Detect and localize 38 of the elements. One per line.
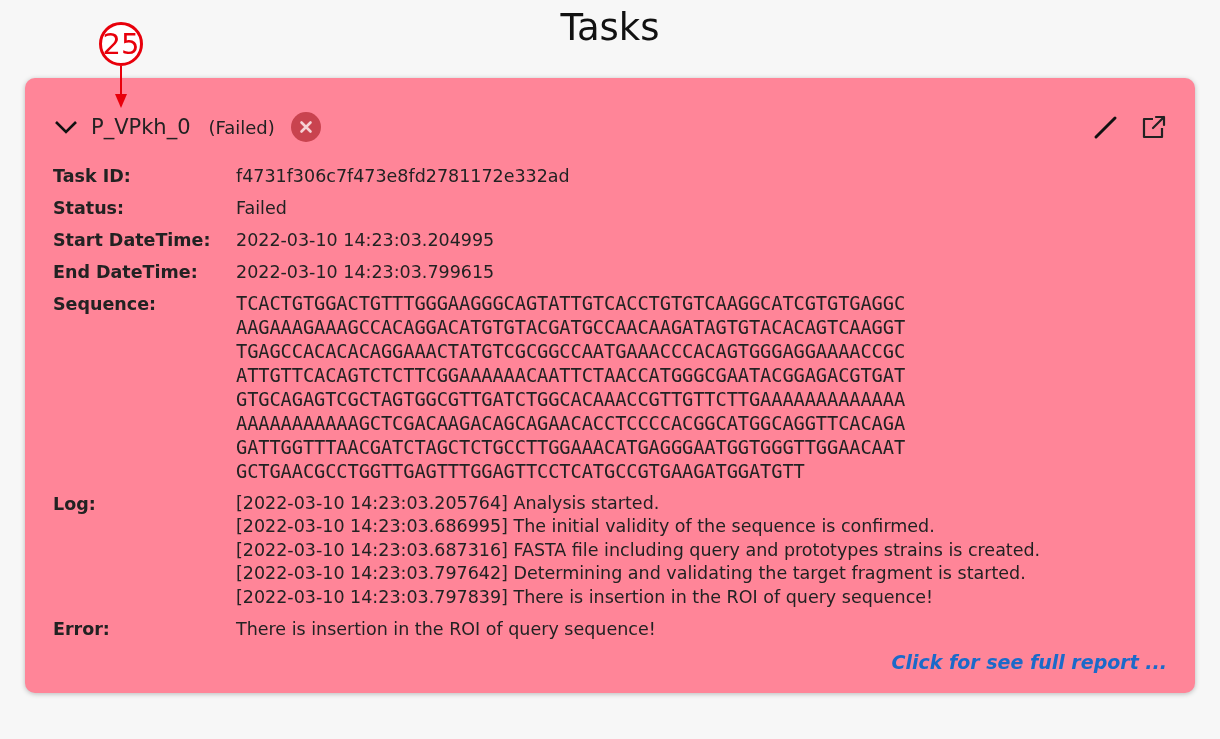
sequence-line: TGAGCCACACACAGGAAACTATGTCGCGGCCAATGAAACCCACAGTGGGAGGAAAACCGC [236,340,907,364]
sequence-line: GATTGGTTTAACGATCTAGCTCTGCCTTGGAAACATGAGGGAATGGTGGGTTGGAACAAT [236,436,907,460]
log-line: [2022-03-10 14:23:03.797839] There is insertion in the ROI of query sequence! [236,585,935,609]
annotation-arrow [114,66,128,108]
field-label: Task ID: [53,165,132,188]
annotation-marker: 25 [99,22,143,66]
task-name: P_VPkh_0 [91,115,191,139]
log-line: [2022-03-10 14:23:03.797642] Determining and validating the target fragment is started. [236,562,1027,586]
field-value: f4731f306c7f473e8fd2781172e332ad [236,165,571,188]
sequence-line: GTGCAGAGTCGCTAGTGGCGTTGATCTGGCACAAACCGTTGTTCTTGAAAAAAAAAAAAA [236,388,907,412]
page-title: Tasks [560,6,660,50]
collapse-toggle[interactable] [53,119,79,135]
failed-icon [290,112,321,142]
external-link-icon [1141,114,1167,140]
sequence-line: AAGAAAGAAAGCCACAGGACATGTGTACGATGCCAACAAGATAGTGTACACAGTCAAGGT [236,316,907,340]
sequence-line: AAAAAAAAAAAGCTCGACAAGACAGCAGAACACCTCCCCACGGCATGGCAGGTTCACAGA [236,412,907,436]
full-report-link[interactable]: Click for see full report ... [891,651,1167,674]
field-value: 2022-03-10 14:23:03.799615 [236,261,496,284]
edit-button[interactable] [1093,114,1119,140]
field-label: Sequence: [53,293,158,316]
pencil-icon [1093,114,1119,140]
field-label: End DateTime: [53,261,199,284]
field-label: Error: [53,618,111,642]
sequence-line: GCTGAACGCCTGGTTGAGTTTGGAGTTCCTCATGCCGTGAAGATGGATGTT [236,460,806,484]
task-status: (Failed) [208,116,275,138]
log-line: [2022-03-10 14:23:03.686995] The initial validity of the sequence is confirmed. [236,515,936,539]
sequence-line: TCACTGTGGACTGTTTGGGAAGGGCAGTATTGTCACCTGTGTCAAGGCATCGTGTGAGGC [236,292,907,316]
field-label: Status: [53,197,126,220]
field-label: Log: [53,493,97,516]
field-value: There is insertion in the ROI of query sequence! [236,618,657,642]
field-label: Start DateTime: [53,229,212,252]
field-value: 2022-03-10 14:23:03.204995 [236,229,496,252]
open-external-button[interactable] [1141,114,1167,140]
field-value: Failed [236,197,288,220]
log-line: [2022-03-10 14:23:03.205764] Analysis started. [236,492,661,515]
sequence-line: ATTGTTCACAGTCTCTTCGGAAAAAACAATTCTAACCATGGGCGAATACGGAGACGTGAT [236,364,907,388]
log-line: [2022-03-10 14:23:03.687316] FASTA file including query and prototypes strains is created. [236,538,1042,562]
chevron-icon [53,119,79,135]
